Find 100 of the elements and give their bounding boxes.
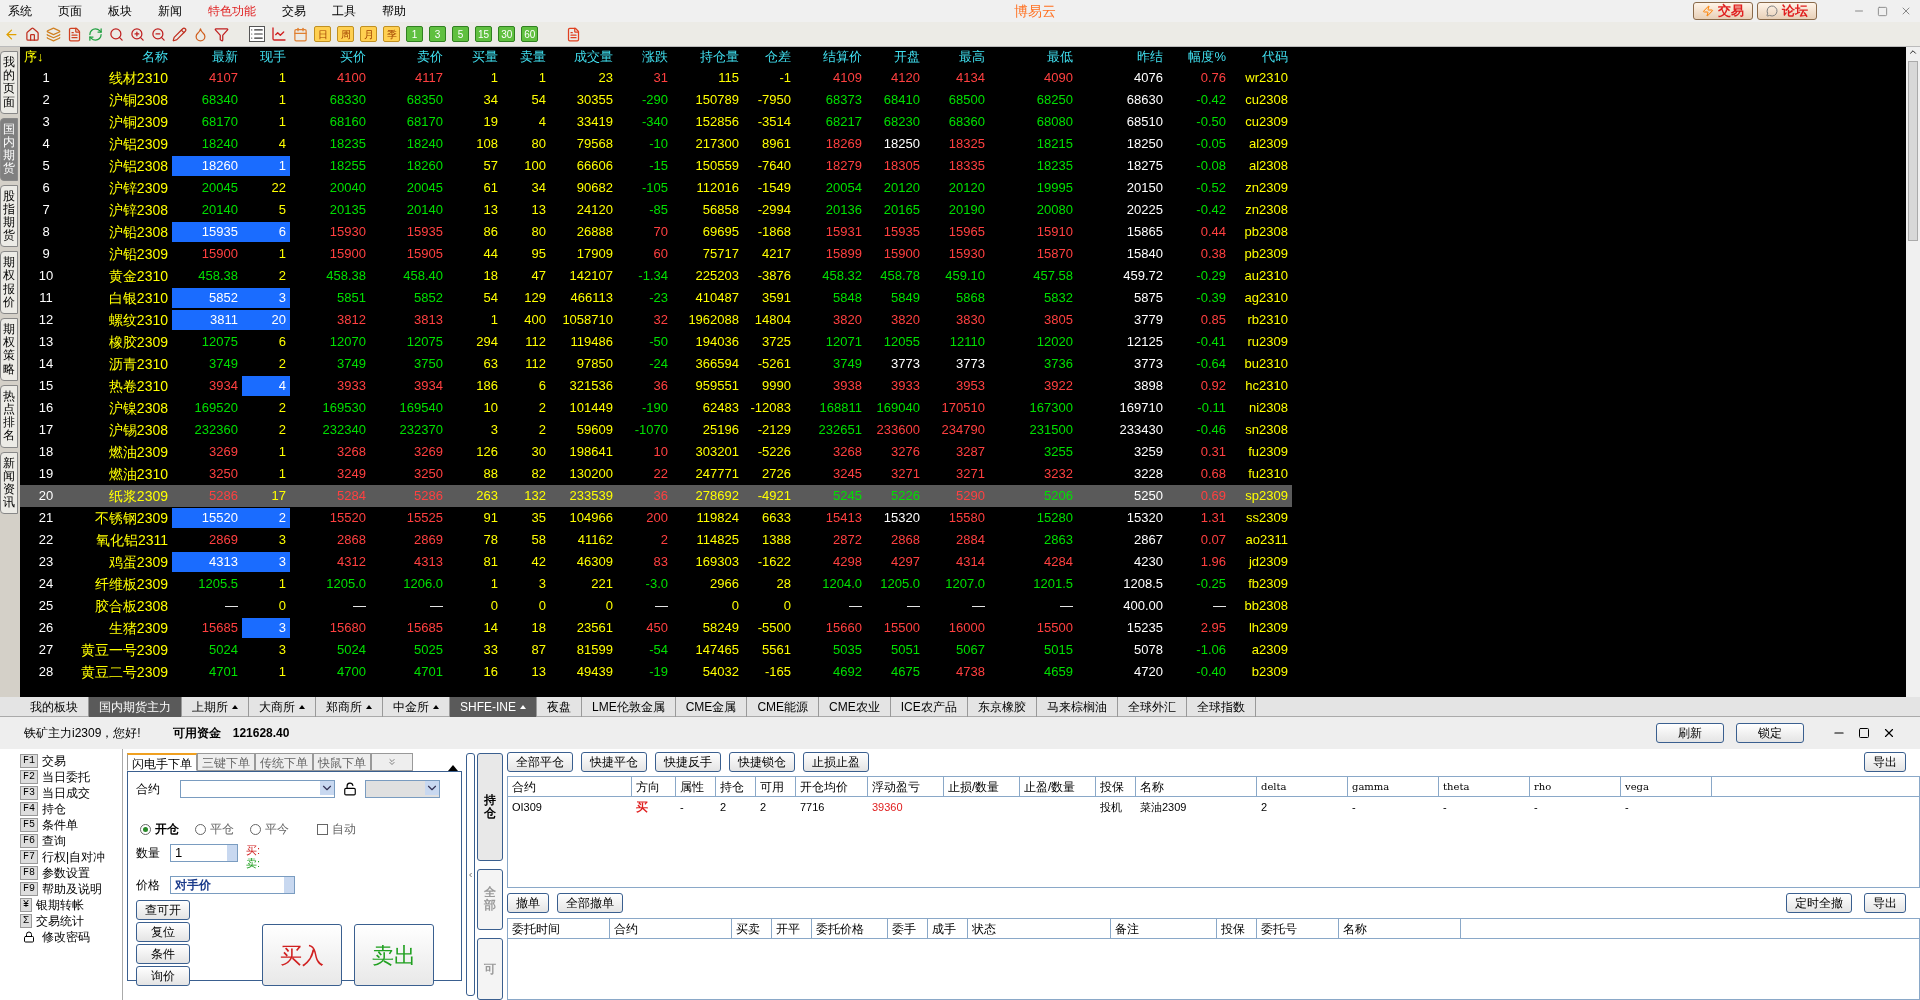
menu-item[interactable]: 工具 <box>332 2 356 20</box>
pencil-icon[interactable] <box>172 26 187 42</box>
column-header[interactable]: vega <box>1621 777 1712 796</box>
tree-item[interactable]: F3 当日成交 <box>20 785 122 801</box>
period-button[interactable]: 月 <box>360 26 377 42</box>
account-select[interactable] <box>365 780 440 798</box>
scrollbar[interactable] <box>1906 47 1920 697</box>
tree-item[interactable]: F8 参数设置 <box>20 865 122 881</box>
column-header[interactable]: 委手 <box>888 919 928 938</box>
side-tab[interactable]: 热点排名 <box>0 384 18 448</box>
column-header[interactable]: 投保 <box>1096 777 1136 796</box>
column-header[interactable]: 合约 <box>610 919 732 938</box>
home-icon[interactable] <box>25 26 40 42</box>
export-button[interactable]: 导出 <box>1864 893 1906 913</box>
filter-icon[interactable] <box>214 26 229 42</box>
period-button[interactable]: 季 <box>383 26 400 42</box>
board-tab[interactable]: 郑商所 <box>316 696 383 717</box>
position-action-button[interactable]: 全部平仓 <box>507 752 573 772</box>
search-icon[interactable] <box>109 26 124 42</box>
close-icon[interactable] <box>1882 726 1896 740</box>
forum-button[interactable]: 论坛 <box>1757 2 1817 20</box>
action-button[interactable]: 询价 <box>136 966 190 986</box>
order-tab[interactable]: 快鼠下单 <box>313 753 371 771</box>
tree-item[interactable]: F6 查询 <box>20 833 122 849</box>
board-tab[interactable]: 夜盘 <box>537 696 582 717</box>
tree-item[interactable]: F5 条件单 <box>20 817 122 833</box>
column-header[interactable]: 最新 <box>172 47 242 67</box>
period-button[interactable]: 日 <box>314 26 331 42</box>
column-header[interactable]: 成手 <box>928 919 968 938</box>
menu-item[interactable]: 板块 <box>108 2 132 20</box>
column-header[interactable]: 买卖 <box>732 919 772 938</box>
board-tab[interactable]: 国内期货主力 <box>89 696 182 717</box>
qty-spinner[interactable]: 1 <box>170 844 238 862</box>
menu-item[interactable]: 特色功能 <box>208 2 256 20</box>
column-header[interactable]: 持仓 <box>716 777 756 796</box>
menu-item[interactable]: 系统 <box>8 2 32 20</box>
action-button[interactable]: 查可开 <box>136 900 190 920</box>
timed-cancel-button[interactable]: 定时全撤 <box>1786 893 1852 913</box>
column-header[interactable]: 结算价 <box>795 47 866 67</box>
layers-icon[interactable] <box>46 26 61 42</box>
board-tab[interactable]: 大商所 <box>249 696 316 717</box>
column-header[interactable]: 止盈/数量 <box>1020 777 1096 796</box>
board-tab[interactable]: ICE农产品 <box>890 696 968 717</box>
export-button[interactable]: 导出 <box>1864 752 1906 772</box>
tree-item[interactable]: 修改密码 <box>20 929 122 945</box>
side-tab[interactable]: 期权报价 <box>0 251 18 314</box>
column-header[interactable]: 持仓量 <box>672 47 743 67</box>
chart-icon[interactable] <box>271 26 287 42</box>
column-header[interactable]: 昨结 <box>1077 47 1167 67</box>
contract-select[interactable] <box>180 780 335 798</box>
column-header[interactable]: 开盘 <box>866 47 924 67</box>
buy-button[interactable]: 买入 <box>262 924 342 986</box>
tree-item[interactable]: F9 帮助及说明 <box>20 881 122 897</box>
column-header[interactable]: rho <box>1530 777 1621 796</box>
column-header[interactable]: 仓差 <box>743 47 795 67</box>
column-header[interactable]: 开仓均价 <box>796 777 868 796</box>
column-header[interactable]: 备注 <box>1111 919 1217 938</box>
eject-icon[interactable] <box>448 765 458 771</box>
column-header[interactable]: 最低 <box>989 47 1077 67</box>
radio-option[interactable]: 开仓 <box>140 820 179 838</box>
column-header[interactable]: 买量 <box>447 47 502 67</box>
collapse-handle[interactable] <box>466 753 475 996</box>
column-header[interactable]: 属性 <box>676 777 716 796</box>
column-header[interactable]: 可用 <box>756 777 796 796</box>
scroll-up-icon[interactable] <box>1908 47 1918 57</box>
board-tab[interactable]: 东京橡胶 <box>967 696 1037 717</box>
order-tab[interactable]: 三键下单 <box>197 753 255 771</box>
droplet-icon[interactable] <box>193 26 208 42</box>
order-tab[interactable]: 传统下单 <box>255 753 313 771</box>
column-header[interactable]: 代码 <box>1230 47 1292 67</box>
cancel-order-button[interactable]: 撤单 <box>507 893 549 913</box>
auto-checkbox[interactable]: 自动 <box>317 820 356 838</box>
column-header[interactable]: 序↓ <box>20 47 72 67</box>
zoom-in-icon[interactable] <box>130 26 145 42</box>
board-tab[interactable]: 马来棕榈油 <box>1036 696 1118 717</box>
action-button[interactable]: 复位 <box>136 922 190 942</box>
trade-button[interactable]: 交易 <box>1693 2 1753 20</box>
more-tabs-button[interactable] <box>371 753 413 771</box>
side-tab[interactable]: 国内期货 <box>0 117 18 181</box>
order-tab[interactable]: 闪电手下单 <box>127 753 197 771</box>
refresh-icon[interactable] <box>88 26 103 42</box>
menu-item[interactable]: 新闻 <box>158 2 182 20</box>
column-header[interactable]: 卖量 <box>502 47 550 67</box>
side-tab[interactable]: 我的页面 <box>0 51 18 114</box>
restore-icon[interactable] <box>1858 727 1870 739</box>
column-header[interactable]: 合约 <box>508 777 632 796</box>
action-button[interactable]: 条件 <box>136 944 190 964</box>
period-button[interactable]: 周 <box>337 26 354 42</box>
menu-item[interactable]: 页面 <box>58 2 82 20</box>
column-header[interactable]: 幅度% <box>1167 47 1230 67</box>
document-icon[interactable] <box>67 26 82 42</box>
board-tab[interactable]: 全球外汇 <box>1117 696 1187 717</box>
menu-item[interactable]: 帮助 <box>382 2 406 20</box>
column-header[interactable]: 止损/数量 <box>944 777 1020 796</box>
tree-item[interactable]: F7 行权|自对冲 <box>20 849 122 865</box>
column-header[interactable]: 委托号 <box>1257 919 1339 938</box>
column-header[interactable]: delta <box>1257 777 1348 796</box>
side-tab[interactable]: 期权策略 <box>0 318 18 381</box>
document-icon[interactable] <box>566 26 582 42</box>
unlock-icon[interactable] <box>343 782 357 796</box>
